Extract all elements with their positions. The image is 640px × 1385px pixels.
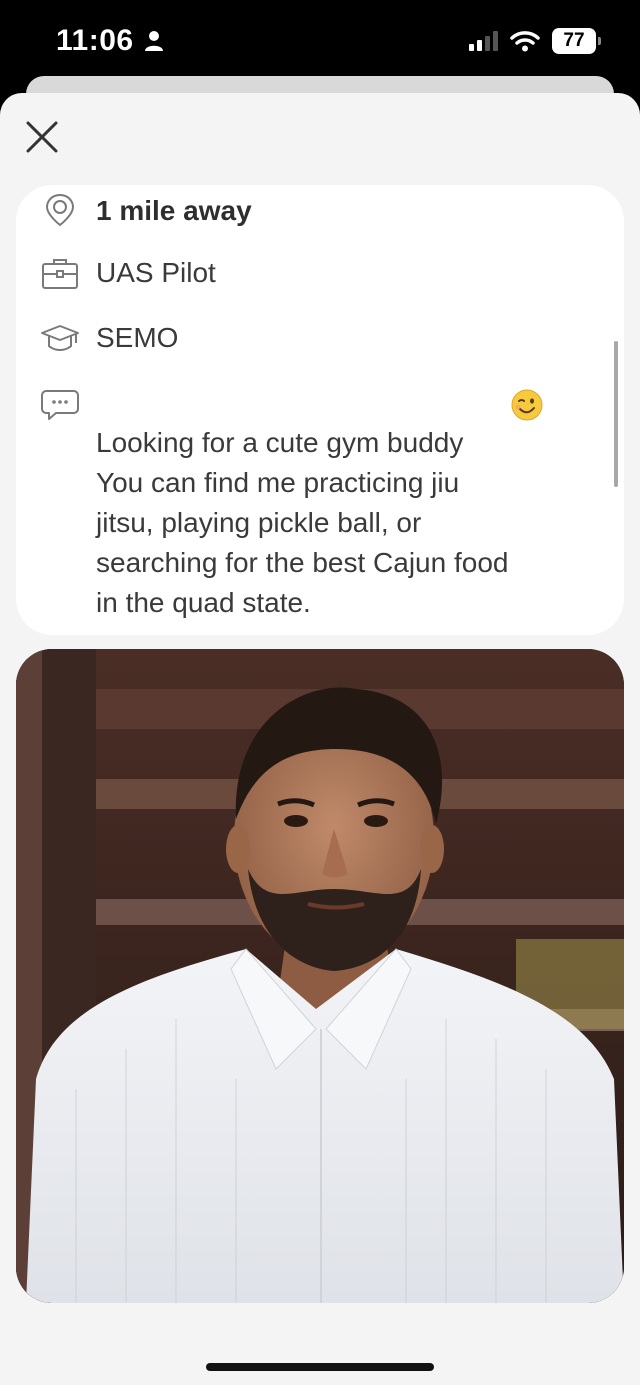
distance-row: 1 mile away [40, 191, 252, 231]
school-row: SEMO [40, 318, 178, 358]
winking-face-icon [511, 389, 543, 421]
school-text: SEMO [96, 322, 179, 353]
home-indicator[interactable] [206, 1363, 434, 1371]
profile-photo-image [16, 649, 624, 1303]
wifi-icon [510, 31, 540, 52]
signal-icon [469, 31, 498, 51]
job-row: UAS Pilot [40, 253, 216, 293]
battery-indicator: 77 [552, 28, 601, 54]
status-icons: 77 [469, 28, 601, 54]
person-icon [144, 31, 163, 51]
location-pin-icon [45, 193, 75, 227]
profile-photo[interactable] [16, 649, 624, 1303]
status-time: 11:06 [56, 24, 164, 58]
time-text: 11:06 [56, 24, 134, 57]
distance-text: 1 mile away [96, 195, 252, 226]
bio-text: Looking for a cute gym buddy You can fin… [96, 383, 536, 623]
bio-body: Looking for a cute gym buddy You can fin… [96, 427, 509, 618]
scroll-indicator[interactable] [614, 341, 618, 487]
speech-bubble-icon [41, 390, 79, 420]
profile-sheet[interactable]: 1 mile away UAS Pilot SEMO Looking for a… [0, 93, 640, 1385]
bio-row: Looking for a cute gym buddy You can fin… [40, 383, 536, 623]
graduation-cap-icon [41, 325, 79, 352]
job-text: UAS Pilot [96, 257, 216, 288]
close-icon[interactable] [22, 117, 62, 157]
briefcase-icon [42, 259, 78, 289]
